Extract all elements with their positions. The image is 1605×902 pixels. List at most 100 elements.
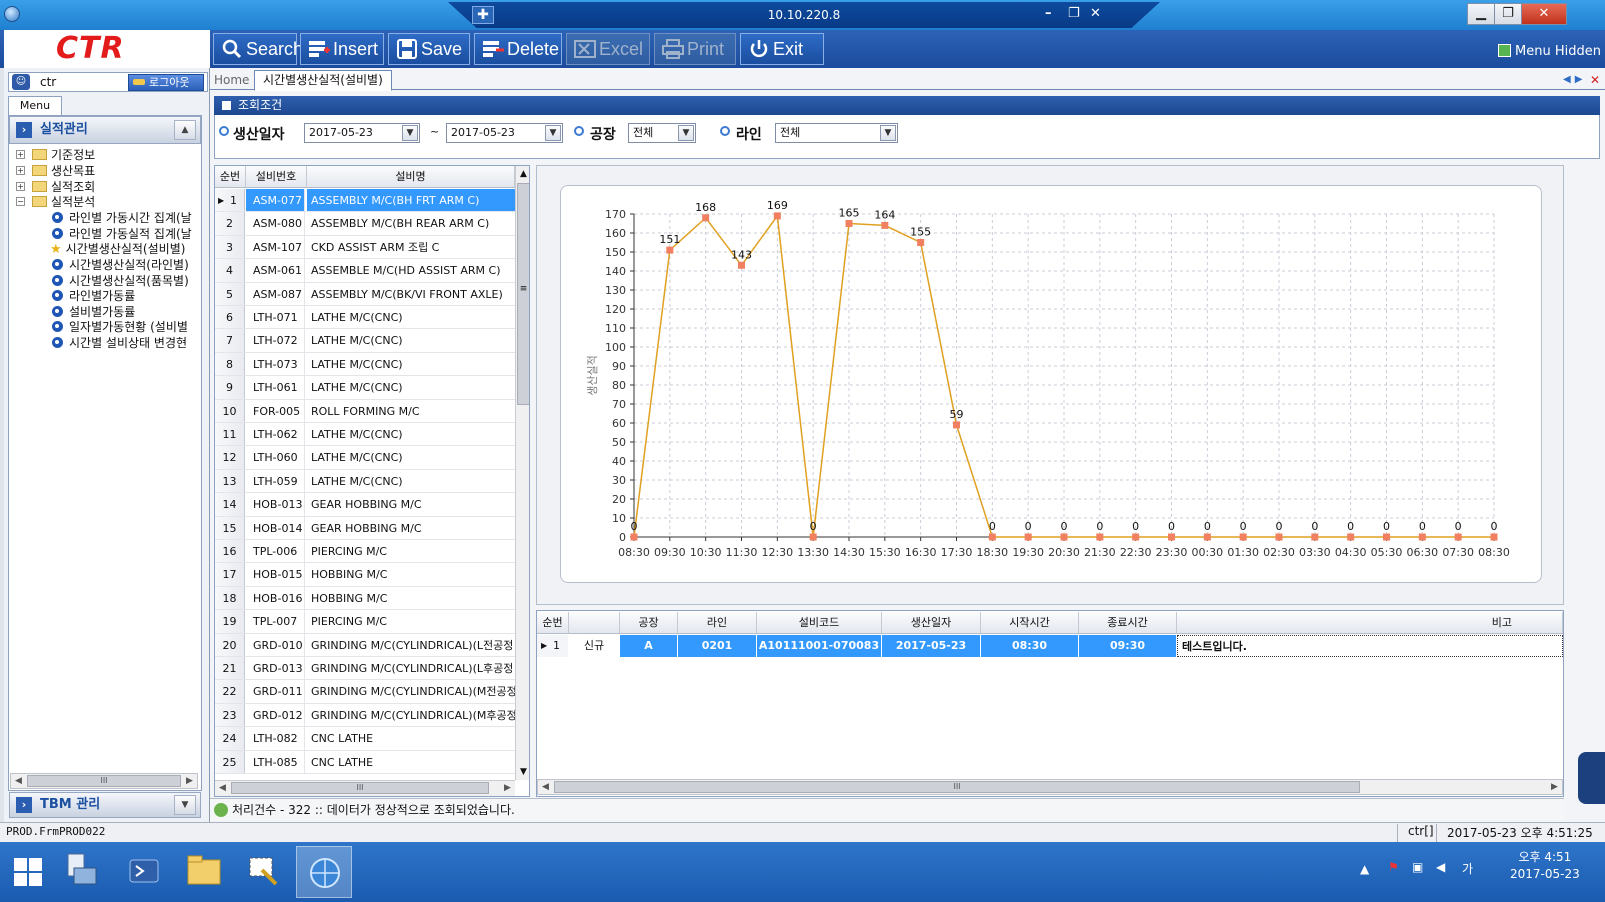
equipment-no-cell[interactable]: LTH-062: [246, 423, 305, 446]
equipment-no-cell[interactable]: FOR-005: [246, 399, 305, 422]
equipment-no-cell[interactable]: ASM-061: [246, 259, 305, 282]
equipment-no-cell[interactable]: LTH-059: [246, 469, 305, 493]
expand-down-icon[interactable]: ▼: [174, 795, 196, 815]
search-button[interactable]: Search: [213, 33, 303, 65]
equipment-no-cell[interactable]: TPL-006: [246, 540, 305, 563]
table-row[interactable]: 8 LTH-073 LATHE M/C(CNC): [215, 352, 515, 377]
equipment-name-cell[interactable]: LATHE M/C(CNC): [307, 470, 515, 492]
table-row[interactable]: 15 HOB-014 GEAR HOBBING M/C: [215, 516, 515, 540]
equipment-no-cell[interactable]: HOB-015: [246, 563, 305, 586]
equipment-name-cell[interactable]: GRINDING M/C(CYLINDRICAL)(M후공정: [307, 704, 515, 726]
scroll-right-icon[interactable]: ▶: [182, 774, 197, 788]
equipment-name-cell[interactable]: ROLL FORMING M/C: [307, 400, 515, 422]
detail-header-factory[interactable]: 공장: [620, 612, 678, 634]
equipment-no-cell[interactable]: GRD-013: [246, 657, 305, 680]
menu-list-tab[interactable]: Menu List: [8, 96, 62, 130]
table-row[interactable]: 14 HOB-013 GEAR HOBBING M/C: [215, 493, 515, 517]
excel-button[interactable]: Excel: [566, 33, 650, 65]
scroll-thumb[interactable]: III: [554, 781, 1360, 793]
tree-folder-performance-query[interactable]: + 실적조회: [16, 180, 95, 194]
scroll-up-icon[interactable]: ▲: [516, 166, 529, 182]
table-row[interactable]: 16 TPL-006 PIERCING M/C: [215, 540, 515, 564]
factory-select[interactable]: 전체 ▼: [628, 123, 696, 143]
print-button[interactable]: Print: [654, 33, 736, 65]
category-tbm-management[interactable]: › TBM 관리 ▼: [9, 792, 201, 818]
date-to-picker[interactable]: 2017-05-23 ▼: [446, 123, 563, 143]
equipment-no-cell[interactable]: LTH-082: [246, 727, 305, 750]
equipment-name-cell[interactable]: LATHE M/C(CNC): [307, 423, 515, 445]
equipment-no-cell[interactable]: LTH-071: [246, 306, 305, 329]
detail-cell-line[interactable]: 0201: [678, 635, 757, 657]
table-row[interactable]: ▶ 1 ASM-077 ASSEMBLY M/C(BH FRT ARM C): [215, 189, 515, 213]
equipment-name-cell[interactable]: ASSEMBLY M/C(BH FRT ARM C): [307, 189, 515, 212]
save-button[interactable]: Save: [388, 33, 470, 65]
scroll-thumb[interactable]: III: [231, 782, 489, 794]
menu-item-equipment-utilization[interactable]: 설비별가동률: [52, 305, 135, 319]
scroll-left-icon[interactable]: ◀: [11, 774, 26, 788]
table-row[interactable]: 23 GRD-012 GRINDING M/C(CYLINDRICAL)(M후공정: [215, 703, 515, 728]
equipment-no-cell[interactable]: LTH-061: [246, 376, 305, 399]
detail-header-equipment-code[interactable]: 설비코드: [757, 612, 882, 634]
table-row[interactable]: 7 LTH-072 LATHE M/C(CNC): [215, 329, 515, 353]
taskbar-explorer-icon[interactable]: [176, 846, 232, 898]
equipment-no-cell[interactable]: HOB-014: [246, 516, 305, 539]
expand-icon[interactable]: +: [16, 182, 25, 191]
table-row[interactable]: 12 LTH-060 LATHE M/C(CNC): [215, 446, 515, 470]
window-restore-button[interactable]: ❐: [1494, 3, 1522, 25]
detail-header-remark[interactable]: 비고: [1177, 612, 1563, 634]
sidebar-horizontal-scrollbar[interactable]: ◀ III ▶: [10, 773, 198, 789]
table-row[interactable]: 2 ASM-080 ASSEMBLY M/C(BH REAR ARM C): [215, 212, 515, 236]
taskbar-clock[interactable]: 오후 4:51 2017-05-23: [1510, 849, 1580, 883]
grid-header-equipment-name[interactable]: 설비명: [307, 166, 515, 188]
equipment-no-cell[interactable]: ASM-087: [246, 282, 305, 305]
tab-close-icon[interactable]: ✕: [1590, 73, 1600, 87]
equipment-no-cell[interactable]: ASM-107: [246, 235, 305, 259]
dropdown-icon[interactable]: ▼: [880, 125, 896, 141]
table-row[interactable]: 18 HOB-016 HOBBING M/C: [215, 586, 515, 611]
grid-header-equipment-no[interactable]: 설비번호: [246, 166, 307, 188]
menu-item-line-uptime-summary[interactable]: 라인별 가동시간 집계(날: [52, 211, 192, 225]
tab-hourly-equipment[interactable]: 시간별생산실적(설비별): [254, 70, 392, 91]
equipment-no-cell[interactable]: ASM-080: [246, 212, 305, 235]
factory-radio[interactable]: [574, 126, 584, 136]
menu-item-status-change[interactable]: 시간별 설비상태 변경현: [52, 336, 187, 350]
detail-cell-equipment-code[interactable]: A10111001-070083: [757, 635, 882, 657]
equipment-no-cell[interactable]: GRD-010: [246, 633, 305, 656]
detail-cell-state[interactable]: 신규: [569, 635, 620, 657]
table-row[interactable]: 4 ASM-061 ASSEMBLE M/C(HD ASSIST ARM C): [215, 259, 515, 283]
line-radio[interactable]: [720, 126, 730, 136]
equipment-no-cell[interactable]: GRD-011: [246, 680, 305, 703]
collapse-node-icon[interactable]: −: [16, 197, 25, 206]
tray-volume-icon[interactable]: ◀: [1436, 860, 1445, 874]
rdp-minimize-icon[interactable]: –: [1045, 6, 1052, 21]
equipment-name-cell[interactable]: PIERCING M/C: [307, 610, 515, 632]
exit-button[interactable]: Exit: [740, 33, 824, 65]
equipment-no-cell[interactable]: LTH-085: [246, 750, 305, 773]
equipment-no-cell[interactable]: GRD-012: [246, 703, 305, 727]
equipment-name-cell[interactable]: GRINDING M/C(CYLINDRICAL)(L전공정: [307, 634, 515, 656]
equipment-name-cell[interactable]: GRINDING M/C(CYLINDRICAL)(L후공정: [307, 657, 515, 679]
table-row[interactable]: 22 GRD-011 GRINDING M/C(CYLINDRICAL)(M전공정: [215, 680, 515, 704]
teamviewer-tab-icon[interactable]: [1578, 752, 1605, 804]
window-minimize-button[interactable]: ▁: [1467, 3, 1495, 25]
rdp-restore-icon[interactable]: ❐: [1068, 6, 1080, 21]
dropdown-icon[interactable]: ▼: [402, 125, 418, 141]
grid-horizontal-scrollbar[interactable]: ◀ III ▶: [215, 780, 515, 796]
table-row[interactable]: 10 FOR-005 ROLL FORMING M/C: [215, 399, 515, 423]
menu-item-line-performance-summary[interactable]: 라인별 가동실적 집계(날: [52, 227, 192, 241]
table-row[interactable]: 21 GRD-013 GRINDING M/C(CYLINDRICAL)(L후공정: [215, 657, 515, 681]
tab-home[interactable]: Home: [214, 73, 249, 87]
equipment-name-cell[interactable]: PIERCING M/C: [307, 540, 515, 562]
detail-header-start-time[interactable]: 시작시간: [981, 612, 1079, 634]
date-from-picker[interactable]: 2017-05-23 ▼: [304, 123, 420, 143]
detail-cell-remark[interactable]: 테스트입니다.: [1177, 635, 1563, 657]
equipment-name-cell[interactable]: CNC LATHE: [307, 727, 515, 749]
tree-folder-basic-info[interactable]: + 기준정보: [16, 148, 95, 162]
taskbar-tools-icon[interactable]: [236, 846, 292, 898]
logout-button[interactable]: 로그아웃: [128, 74, 204, 91]
equipment-no-cell[interactable]: LTH-072: [246, 329, 305, 352]
taskbar-powershell-icon[interactable]: [116, 846, 172, 898]
table-row[interactable]: 5 ASM-087 ASSEMBLY M/C(BK/VI FRONT AXLE): [215, 282, 515, 306]
collapse-icon[interactable]: ▲: [174, 120, 196, 140]
equipment-name-cell[interactable]: GRINDING M/C(CYLINDRICAL)(M전공정: [307, 680, 515, 702]
